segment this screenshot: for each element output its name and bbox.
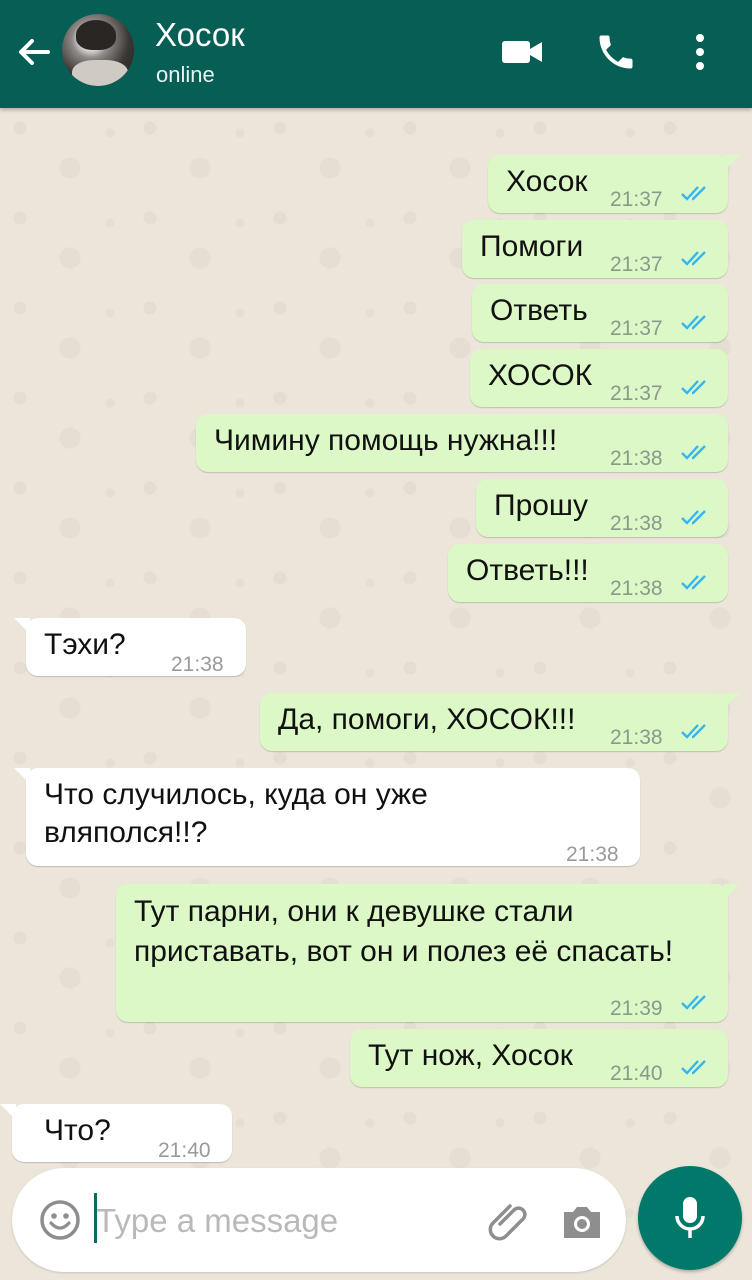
message-bubble-outgoing[interactable]: Ответь 21:37	[472, 284, 728, 342]
message-bubble-incoming[interactable]: Тэхи? 21:38	[14, 618, 246, 676]
message-time: 21:38	[610, 577, 663, 600]
mic-button[interactable]	[638, 1166, 742, 1270]
camera-icon[interactable]	[558, 1198, 606, 1246]
message-text: ХОСОК	[488, 359, 593, 392]
read-receipt-icon	[681, 1060, 706, 1075]
read-receipt-icon	[681, 315, 706, 330]
read-receipt-icon	[681, 380, 706, 395]
phone-icon[interactable]	[594, 30, 638, 74]
message-text: Что?	[44, 1114, 111, 1147]
message-text: Ответь	[490, 294, 588, 327]
message-text: Чимину помощь нужна!!!	[214, 424, 558, 457]
message-time: 21:38	[610, 512, 663, 535]
message-time: 21:38	[566, 843, 619, 866]
message-text: Прошу	[494, 489, 588, 522]
emoji-icon[interactable]	[38, 1198, 82, 1242]
read-receipt-icon	[681, 575, 706, 590]
message-bubble-outgoing[interactable]: Хосок 21:37	[488, 155, 740, 213]
read-receipt-icon	[681, 251, 706, 266]
message-bubble-outgoing[interactable]: Помоги 21:37	[462, 220, 728, 278]
message-bubble-outgoing[interactable]: Чимину помощь нужна!!! 21:38	[196, 414, 728, 472]
message-bubble-incoming[interactable]: Что? 21:40	[0, 1104, 232, 1162]
message-bubble-outgoing[interactable]: Тут нож, Хосок 21:40	[350, 1029, 728, 1087]
message-bubble-outgoing[interactable]: ХОСОК 21:37	[470, 349, 728, 407]
read-receipt-icon	[681, 445, 706, 460]
back-arrow-icon[interactable]	[14, 32, 54, 72]
message-time: 21:39	[610, 997, 663, 1020]
message-time: 21:37	[610, 382, 663, 405]
message-text: Что случилось, куда он уже вляполся!!?	[44, 778, 428, 849]
video-call-icon[interactable]	[500, 30, 544, 74]
message-composer	[12, 1168, 626, 1272]
attach-icon[interactable]	[486, 1198, 534, 1246]
message-text: Хосок	[506, 165, 588, 198]
message-text: Помоги	[480, 230, 584, 263]
message-time: 21:37	[610, 317, 663, 340]
message-time: 21:38	[610, 726, 663, 749]
message-bubble-outgoing[interactable]: Прошу 21:38	[476, 479, 728, 537]
more-vert-icon[interactable]	[688, 30, 712, 74]
message-bubble-incoming[interactable]: Что случилось, куда он уже вляполся!!? 2…	[14, 768, 640, 866]
message-bubble-outgoing[interactable]: Ответь!!! 21:38	[448, 544, 728, 602]
message-time: 21:40	[610, 1062, 663, 1085]
message-text: Тэхи?	[44, 628, 126, 661]
message-text: Тут нож, Хосок	[368, 1039, 573, 1072]
message-text: Да, помоги, ХОСОК!!!	[278, 703, 576, 736]
message-text: Ответь!!!	[466, 554, 589, 587]
message-time: 21:38	[610, 447, 663, 470]
contact-status: online	[156, 62, 215, 87]
chat-header: Хосок online	[0, 0, 752, 108]
message-input[interactable]	[94, 1192, 478, 1250]
message-bubble-outgoing[interactable]: Тут парни, они к девушке стали пристават…	[116, 884, 740, 1022]
text-cursor	[94, 1193, 97, 1243]
message-text: Тут парни, они к девушке стали пристават…	[134, 895, 674, 968]
contact-name[interactable]: Хосок	[155, 16, 245, 54]
read-receipt-icon	[681, 724, 706, 739]
avatar[interactable]	[62, 14, 134, 86]
message-time: 21:38	[171, 653, 224, 676]
read-receipt-icon	[681, 186, 706, 201]
read-receipt-icon	[681, 510, 706, 525]
message-time: 21:40	[158, 1139, 211, 1162]
message-time: 21:37	[610, 253, 663, 276]
read-receipt-icon	[681, 995, 706, 1010]
message-time: 21:37	[610, 188, 663, 211]
mic-icon	[675, 1197, 705, 1238]
message-bubble-outgoing[interactable]: Да, помоги, ХОСОК!!! 21:38	[260, 693, 740, 751]
